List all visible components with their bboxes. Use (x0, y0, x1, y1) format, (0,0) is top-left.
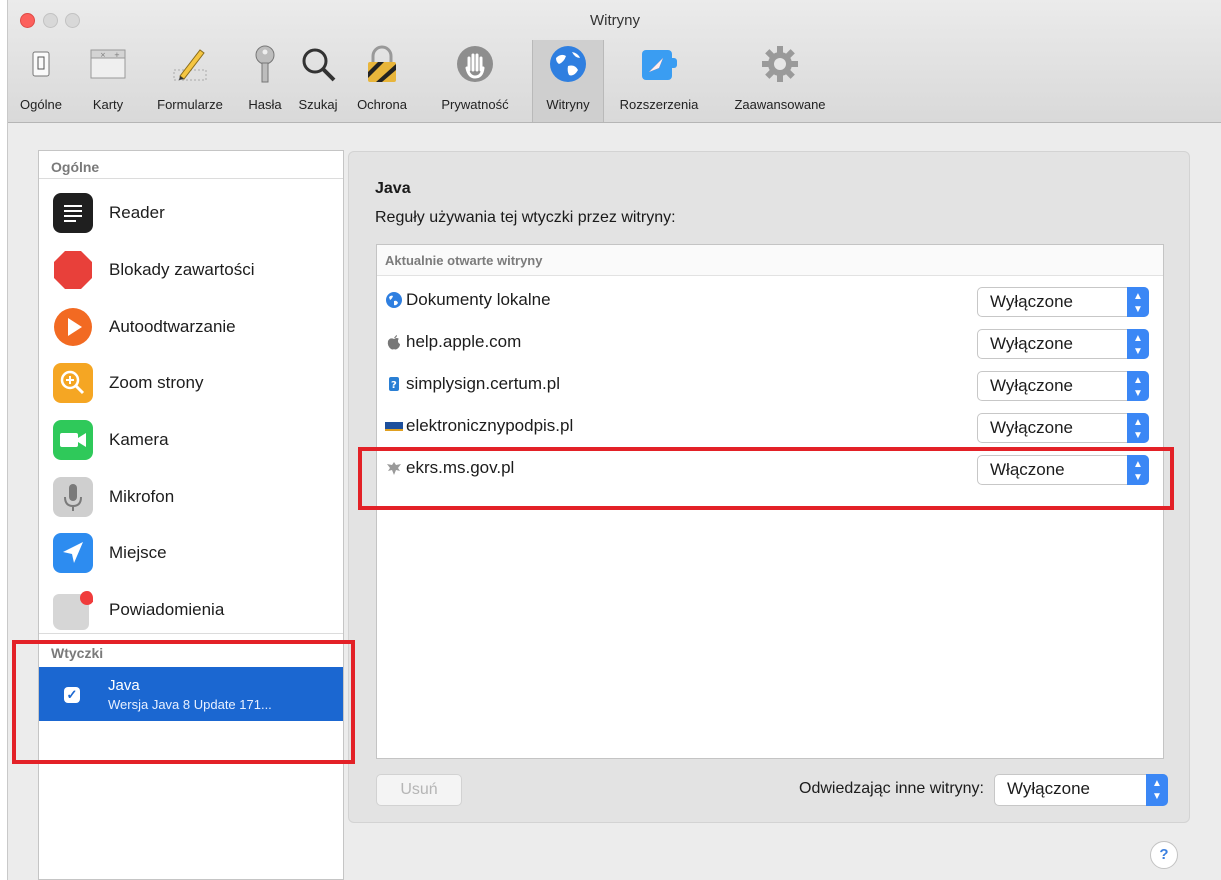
site-setting-select[interactable]: Wyłączone ▲ ▼ (977, 287, 1149, 317)
tab-label: Witryny (546, 97, 590, 112)
toolbar: Witryny Ogólne × + Karty Formularze Hasła… (8, 0, 1221, 123)
zoom-icon (53, 363, 93, 403)
site-name: simplysign.certum.pl (406, 374, 560, 393)
select-value: Wyłączone (990, 418, 1073, 437)
sidebar-item-page-zoom[interactable]: Zoom strony (39, 351, 343, 407)
switch-icon (32, 51, 50, 77)
tab-label: Szukaj (298, 97, 338, 112)
table-row: Dokumenty lokalne Wyłączone ▲ ▼ (377, 280, 1163, 322)
select-value: Wyłączone (990, 334, 1073, 353)
chevron-updown-icon: ▲ ▼ (1127, 371, 1149, 401)
tab-karty[interactable]: × + Karty (74, 40, 142, 122)
tab-ochrona[interactable]: Ochrona (346, 40, 418, 122)
tab-hasla[interactable]: Hasła (240, 40, 290, 122)
play-icon (54, 308, 92, 346)
tab-label: Formularze (157, 97, 223, 112)
location-icon (53, 533, 93, 573)
tab-label: Prywatność (441, 97, 509, 112)
sidebar-item-reader[interactable]: Reader (39, 181, 343, 237)
select-value: Wyłączone (990, 292, 1073, 311)
tab-label: Rozszerzenia (619, 97, 699, 112)
hand-icon (457, 46, 493, 82)
help-button[interactable]: ? (1150, 841, 1178, 869)
gear-icon (762, 46, 798, 82)
sidebar-item-content-blockers[interactable]: Blokady zawartości (39, 238, 343, 294)
chevron-updown-icon: ▲ ▼ (1146, 774, 1168, 806)
sidebar-item-microphone[interactable]: Mikrofon (39, 465, 343, 521)
sidebar: Ogólne Reader Blokady zawartości Autoodt… (38, 150, 344, 880)
other-sites-select[interactable]: Wyłączone ▲ ▼ (994, 774, 1168, 806)
tab-szukaj[interactable]: Szukaj (290, 40, 346, 122)
remove-button[interactable]: Usuń (376, 774, 462, 806)
sidebar-item-label: Blokady zawartości (109, 260, 255, 279)
camera-icon (53, 420, 93, 460)
pencil-icon (173, 49, 207, 81)
search-icon (302, 48, 336, 82)
chevron-updown-icon: ▲ ▼ (1127, 329, 1149, 359)
tabs-icon: × + (90, 49, 126, 79)
apple-icon (387, 335, 400, 350)
tab-label: Ochrona (357, 97, 407, 112)
site-name: Dokumenty lokalne (406, 290, 551, 309)
highlight-box (358, 447, 1174, 510)
svg-text:×: × (100, 51, 106, 59)
highlight-box (12, 640, 355, 764)
sidebar-item-label: Powiadomienia (109, 600, 225, 619)
sidebar-item-label: Autoodtwarzanie (109, 317, 236, 336)
tab-prywatnosc[interactable]: Prywatność (420, 40, 530, 122)
other-sites-label: Odwiedzając inne witryny: (799, 780, 984, 797)
tab-rozszerzenia[interactable]: Rozszerzenia (604, 40, 714, 122)
sidebar-item-notifications[interactable]: Powiadomienia (39, 578, 343, 634)
tab-ogolne[interactable]: Ogólne (10, 40, 72, 122)
tab-zaawansowane[interactable]: Zaawansowane (718, 40, 842, 122)
table-header: Aktualnie otwarte witryny (377, 245, 1163, 276)
sidebar-item-camera[interactable]: Kamera (39, 408, 343, 464)
table-row: ? simplysign.certum.pl Wyłączone ▲ ▼ (377, 364, 1163, 406)
sidebar-item-label: Reader (109, 203, 165, 222)
notifications-icon (53, 591, 93, 630)
window-title: Witryny (590, 12, 640, 29)
svg-text:?: ? (391, 380, 397, 391)
tab-label: Karty (92, 97, 124, 112)
select-value: Wyłączone (1007, 779, 1090, 798)
reader-icon (53, 193, 93, 233)
sidebar-item-location[interactable]: Miejsce (39, 521, 343, 577)
site-setting-select[interactable]: Wyłączone ▲ ▼ (977, 329, 1149, 359)
sidebar-item-label: Mikrofon (109, 487, 175, 506)
globe-icon (386, 292, 402, 308)
certum-icon: ? (389, 377, 399, 391)
lock-icon (368, 45, 396, 82)
sidebar-item-label: Miejsce (109, 543, 167, 562)
tab-label: Ogólne (20, 97, 62, 112)
tab-label: Hasła (248, 97, 282, 112)
table-header-label: Aktualnie otwarte witryny (385, 253, 543, 268)
tab-witryny[interactable]: Witryny (532, 40, 604, 122)
site-name: elektronicznypodpis.pl (406, 416, 574, 435)
sidebar-item-autoplay[interactable]: Autoodtwarzanie (39, 295, 343, 351)
extension-icon (642, 50, 677, 80)
tab-formularze[interactable]: Formularze (142, 40, 238, 122)
sidebar-section-general: Ogólne (51, 159, 100, 175)
chevron-updown-icon: ▲ ▼ (1127, 413, 1149, 443)
site-setting-select[interactable]: Wyłączone ▲ ▼ (977, 413, 1149, 443)
tab-label: Zaawansowane (734, 97, 826, 112)
stop-icon (54, 251, 92, 289)
table-row: help.apple.com Wyłączone ▲ ▼ (377, 322, 1163, 364)
select-value: Wyłączone (990, 376, 1073, 395)
kir-icon (385, 422, 403, 431)
site-setting-select[interactable]: Wyłączone ▲ ▼ (977, 371, 1149, 401)
key-icon (255, 45, 275, 83)
chevron-updown-icon: ▲ ▼ (1127, 287, 1149, 317)
globe-icon (550, 46, 586, 82)
panel-title: Java (375, 180, 411, 197)
table-row: elektronicznypodpis.pl Wyłączone ▲ ▼ (377, 406, 1163, 448)
svg-text:+: + (114, 51, 120, 59)
panel-subtitle: Reguły używania tej wtyczki przez witryn… (375, 209, 676, 226)
sidebar-item-label: Zoom strony (109, 373, 204, 392)
site-name: help.apple.com (406, 332, 522, 351)
sidebar-item-label: Kamera (109, 430, 169, 449)
microphone-icon (53, 477, 93, 517)
